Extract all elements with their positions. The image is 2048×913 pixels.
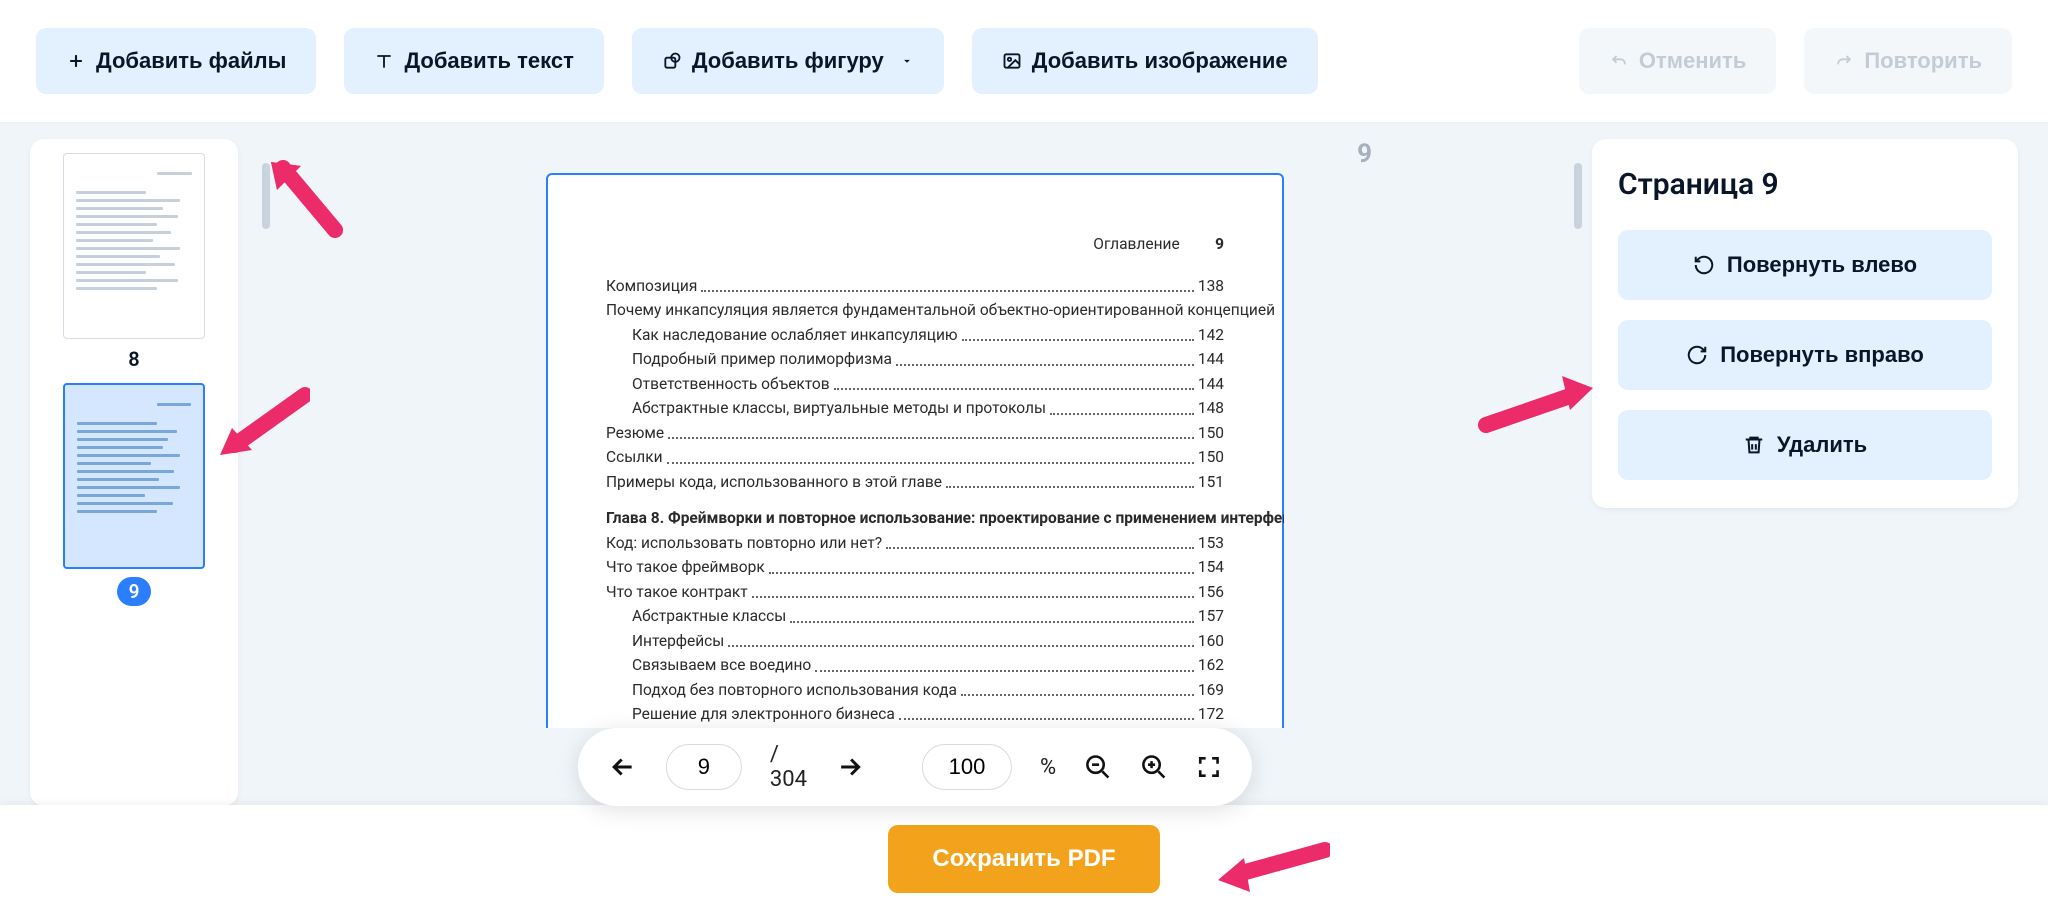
shape-icon — [662, 51, 682, 71]
toc-entry: Что такое контракт156 — [606, 581, 1224, 603]
save-pdf-button[interactable]: Сохранить PDF — [888, 825, 1159, 893]
page-nav-bar: / 304 % — [578, 728, 1252, 806]
toc-entry: Интерфейсы160 — [606, 630, 1224, 652]
prev-page-button[interactable] — [608, 752, 638, 782]
page-header-num: 9 — [1215, 235, 1224, 253]
add-image-label: Добавить изображение — [1032, 48, 1288, 74]
toc-entry: Код: использовать повторно или нет?153 — [606, 532, 1224, 554]
next-page-button[interactable] — [835, 752, 865, 782]
toc-entry: Ссылки150 — [606, 446, 1224, 468]
redo-button[interactable]: Повторить — [1804, 28, 2012, 94]
thumbnail-8[interactable]: 8 — [44, 153, 224, 371]
thumbnail-8-image — [63, 153, 205, 339]
toc-entry: Почему инкапсуляция является фундаментал… — [606, 299, 1224, 321]
text-icon — [374, 51, 394, 71]
add-text-label: Добавить текст — [404, 48, 573, 74]
page-content[interactable]: Оглавление 9 Композиция138Почему инкапсу… — [546, 173, 1284, 728]
page-number-input[interactable] — [666, 744, 742, 790]
image-icon — [1002, 51, 1022, 71]
toolbar: Добавить файлы Добавить текст Добавить ф… — [0, 0, 2048, 123]
zoom-in-button[interactable] — [1140, 753, 1168, 781]
plus-icon — [66, 51, 86, 71]
undo-label: Отменить — [1639, 48, 1747, 74]
page-separator: / 304 — [770, 742, 807, 792]
toc: Композиция138Почему инкапсуляция являетс… — [606, 275, 1224, 725]
delete-button[interactable]: Удалить — [1618, 410, 1992, 480]
rotate-left-button[interactable]: Повернуть влево — [1618, 230, 1992, 300]
fullscreen-button[interactable] — [1196, 754, 1222, 780]
main: 8 9 9 — [0, 123, 2048, 806]
center-scrollbar[interactable] — [1574, 163, 1582, 229]
add-image-button[interactable]: Добавить изображение — [972, 28, 1318, 94]
thumbnail-9-number: 9 — [117, 577, 152, 606]
page-number-indicator: 9 — [1357, 139, 1372, 169]
add-shape-label: Добавить фигуру — [692, 48, 884, 74]
save-pdf-label: Сохранить PDF — [932, 845, 1115, 872]
toc-entry: Примеры кода, использованного в этой гла… — [606, 471, 1224, 493]
footer: Сохранить PDF — [0, 805, 2048, 913]
add-shape-button[interactable]: Добавить фигуру — [632, 28, 944, 94]
add-files-label: Добавить файлы — [96, 48, 286, 74]
chevron-down-icon — [900, 54, 914, 68]
side-panel-title: Страница 9 — [1618, 167, 1992, 202]
delete-label: Удалить — [1777, 432, 1867, 458]
side-panel: Страница 9 Повернуть влево Повернуть впр… — [1592, 139, 2018, 508]
undo-button[interactable]: Отменить — [1579, 28, 1777, 94]
add-text-button[interactable]: Добавить текст — [344, 28, 603, 94]
thumbnail-9[interactable]: 9 — [44, 383, 224, 606]
redo-icon — [1834, 51, 1854, 71]
redo-label: Повторить — [1864, 48, 1982, 74]
page-header: Оглавление 9 — [606, 235, 1224, 253]
page-viewport: 9 Оглавление 9 Композиция138Почему инкап… — [258, 139, 1572, 806]
zoom-out-button[interactable] — [1084, 753, 1112, 781]
page-header-label: Оглавление — [1093, 235, 1179, 253]
rotate-right-icon — [1686, 344, 1708, 366]
toc-entry: Решение для электронного бизнеса172 — [606, 703, 1224, 725]
toc-entry: Что такое фреймворк154 — [606, 556, 1224, 578]
toc-entry: Глава 8. Фреймворки и повторное использо… — [606, 507, 1224, 529]
undo-icon — [1609, 51, 1629, 71]
zoom-input[interactable] — [922, 744, 1012, 790]
rotate-left-icon — [1693, 254, 1715, 276]
toc-entry: Резюме150 — [606, 422, 1224, 444]
rotate-left-label: Повернуть влево — [1727, 252, 1917, 278]
add-files-button[interactable]: Добавить файлы — [36, 28, 316, 94]
thumbnail-panel: 8 9 — [30, 139, 238, 806]
toc-entry: Ответственность объектов144 — [606, 373, 1224, 395]
rotate-right-button[interactable]: Повернуть вправо — [1618, 320, 1992, 390]
thumbnail-9-image — [63, 383, 205, 569]
toc-entry: Как наследование ослабляет инкапсуляцию1… — [606, 324, 1224, 346]
thumbnail-8-number: 8 — [128, 347, 139, 371]
rotate-right-label: Повернуть вправо — [1720, 342, 1924, 368]
trash-icon — [1743, 434, 1765, 456]
toc-entry: Композиция138 — [606, 275, 1224, 297]
zoom-unit: % — [1040, 755, 1056, 780]
toc-entry: Абстрактные классы, виртуальные методы и… — [606, 397, 1224, 419]
toc-entry: Связываем все воедино162 — [606, 654, 1224, 676]
toc-entry: Подробный пример полиморфизма144 — [606, 348, 1224, 370]
toc-entry: Подход без повторного использования кода… — [606, 679, 1224, 701]
toc-entry: Абстрактные классы157 — [606, 605, 1224, 627]
